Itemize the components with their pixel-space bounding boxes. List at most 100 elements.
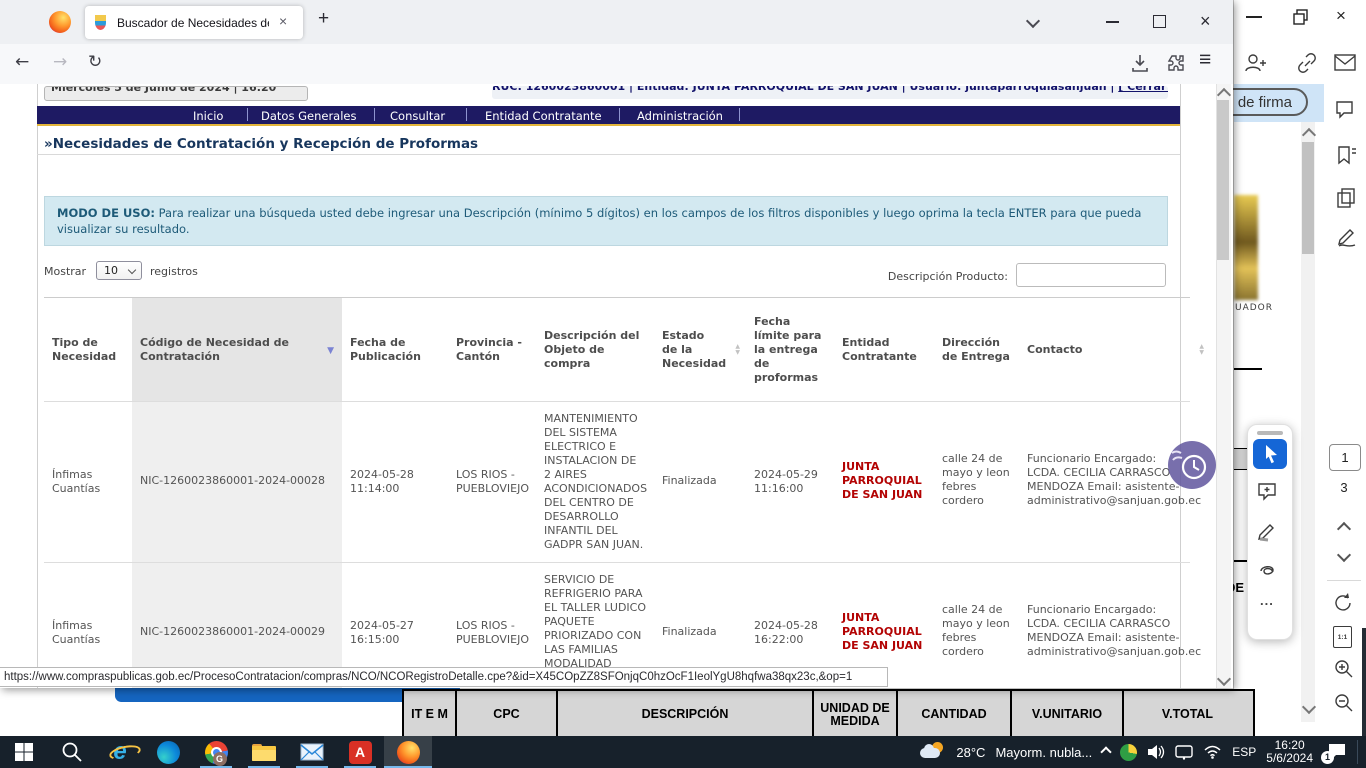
tray-expand-icon[interactable] <box>1101 746 1112 757</box>
bookmark-panel-icon[interactable] <box>1336 146 1358 166</box>
page-down-icon[interactable] <box>1337 548 1351 562</box>
col-header-codigo[interactable]: Código de Necesidad de Contratación▼ <box>132 298 342 401</box>
wifi-icon[interactable] <box>1203 745 1222 759</box>
add-user-icon[interactable] <box>1244 52 1266 74</box>
display-tray-icon[interactable] <box>1175 745 1193 760</box>
menu-item-administracion[interactable]: Administración <box>637 109 723 123</box>
desktop: × de firma UADOR DE <box>0 0 1366 768</box>
page-number-input[interactable]: 1 <box>1329 444 1361 471</box>
extension-timer-overlay-icon[interactable] <box>1168 441 1216 489</box>
window-close-button[interactable]: × <box>1200 11 1211 32</box>
records-per-page-select[interactable]: 10 <box>96 261 142 280</box>
search-icon <box>61 741 83 763</box>
download-icon[interactable] <box>1130 53 1150 73</box>
usage-note-box: MODO DE USO: Para realizar una búsqueda … <box>44 196 1168 246</box>
results-table: Tipo de Necesidad Código de Necesidad de… <box>44 297 1190 688</box>
logout-link[interactable]: [ Cerrar Sesión ] <box>1118 86 1168 93</box>
search-button[interactable] <box>48 736 96 768</box>
col-header-contacto[interactable]: Contacto▲▼ <box>1019 298 1190 401</box>
chrome-profile-badge: G <box>213 752 227 766</box>
pdf-col-cantidad: CANTIDAD <box>896 691 1010 738</box>
select-tool-button[interactable] <box>1253 439 1287 469</box>
list-tabs-icon[interactable] <box>1026 14 1040 28</box>
forward-button[interactable]: → <box>53 52 67 72</box>
edge-icon <box>157 741 180 764</box>
col-header-estado[interactable]: Estado de la Necesidad▲▼ <box>654 298 746 401</box>
pdf-col-cpc: CPC <box>455 691 556 738</box>
menu-item-datos-generales[interactable]: Datos Generales <box>261 109 356 123</box>
link-icon[interactable] <box>1296 53 1318 73</box>
taskbar-item-internet-explorer[interactable]: e <box>96 736 144 768</box>
tray-weather-text[interactable]: Mayorm. nubla... <box>995 745 1092 760</box>
col-header-direccion[interactable]: Dirección de Entrega <box>934 298 1019 401</box>
tray-date: 5/6/2024 <box>1266 752 1313 765</box>
acrobat-close-button[interactable]: × <box>1336 6 1346 26</box>
col-header-tipo[interactable]: Tipo de Necesidad <box>44 298 132 401</box>
taskbar-item-firefox-active[interactable] <box>384 736 432 768</box>
back-button[interactable]: ← <box>15 52 29 72</box>
taskbar-item-mail[interactable] <box>288 736 336 768</box>
page-scrollbar-thumb[interactable] <box>1217 100 1229 260</box>
tray-temperature[interactable]: 28°C <box>956 745 985 760</box>
acrobat-restore-button[interactable] <box>1292 8 1310 26</box>
menu-item-entidad-contratante[interactable]: Entidad Contratante <box>485 109 602 123</box>
page-content: Miércoles 5 de Junio de 2024 | 16:20 RUC… <box>0 84 1233 688</box>
start-button[interactable] <box>0 736 48 768</box>
pdf-detail-table-header: IT E M CPC DESCRIPCIÓN UNIDAD DE MEDIDA … <box>402 689 1255 740</box>
zoom-out-icon[interactable] <box>1333 692 1355 714</box>
tab-close-icon[interactable]: × <box>279 13 287 29</box>
page-total-label: 3 <box>1329 480 1359 495</box>
menu-separator <box>374 108 375 121</box>
pencil-tool-icon[interactable] <box>1256 521 1280 543</box>
active-tab[interactable]: Buscador de Necesidades de Co × <box>85 6 303 39</box>
refresh-icon[interactable] <box>1333 592 1355 614</box>
table-row[interactable]: Ínfimas Cuantías NIC-1260023860001-2024-… <box>44 401 1190 562</box>
status-bar-url: https://www.compraspublicas.gob.ec/Proce… <box>0 667 888 687</box>
taskbar-item-acrobat[interactable]: A <box>336 736 384 768</box>
cell-descripcion: MANTENIMIENTO DEL SISTEMA ELECTRICO E IN… <box>536 402 654 562</box>
reload-button[interactable]: ↻ <box>88 52 102 72</box>
clock[interactable]: 16:20 5/6/2024 <box>1266 739 1313 765</box>
col-header-provincia[interactable]: Provincia - Cantón <box>448 298 536 401</box>
menu-hamburger-icon[interactable]: ≡ <box>1199 48 1211 72</box>
col-header-fecha-limite[interactable]: Fecha límite para la entrega de proforma… <box>746 298 834 401</box>
product-description-input[interactable] <box>1016 263 1166 287</box>
col-header-fecha-publicacion[interactable]: Fecha de Publicación <box>342 298 448 401</box>
more-tools-icon[interactable]: ... <box>1260 593 1274 608</box>
zoom-in-icon[interactable] <box>1333 658 1355 680</box>
acrobat-icon: A <box>349 741 372 764</box>
window-maximize-button[interactable] <box>1153 15 1166 28</box>
menu-item-consultar[interactable]: Consultar <box>390 109 445 123</box>
acrobat-minimize-button[interactable] <box>1246 16 1262 18</box>
volume-icon[interactable] <box>1147 744 1165 760</box>
records-per-page-value: 10 <box>104 264 118 277</box>
menu-item-inicio[interactable]: Inicio <box>193 109 223 123</box>
window-minimize-button[interactable] <box>1106 21 1119 23</box>
actual-size-icon[interactable]: 1:1 <box>1333 626 1352 648</box>
taskbar-item-file-explorer[interactable] <box>240 736 288 768</box>
col-header-descripcion[interactable]: Descripción del Objeto de compra <box>536 298 654 401</box>
show-desktop-button[interactable] <box>1357 740 1360 764</box>
taskbar-item-chrome[interactable]: G <box>192 736 240 768</box>
action-center-icon[interactable]: 1 <box>1323 742 1347 762</box>
usage-note-label: MODO DE USO: <box>57 206 155 220</box>
draw-tool-icon[interactable] <box>1256 561 1280 583</box>
palette-drag-handle[interactable] <box>1257 431 1283 435</box>
acrobat-scrollbar-thumb[interactable] <box>1302 142 1314 254</box>
system-tray: 28°C Mayorm. nubla... ESP 16:20 5/6/2024… <box>920 739 1366 765</box>
comment-panel-icon[interactable] <box>1335 100 1357 120</box>
taskbar-item-edge[interactable] <box>144 736 192 768</box>
col-header-entidad[interactable]: Entidad Contratante <box>834 298 934 401</box>
signature-panel-icon[interactable] <box>1336 228 1358 248</box>
pages-panel-icon[interactable] <box>1336 188 1358 208</box>
antivirus-tray-icon[interactable] <box>1120 744 1137 761</box>
email-share-icon[interactable] <box>1334 54 1356 72</box>
page-up-icon[interactable] <box>1337 522 1351 536</box>
background-pdf-strip: IT E M CPC DESCRIPCIÓN UNIDAD DE MEDIDA … <box>0 688 1233 736</box>
extensions-puzzle-icon[interactable] <box>1165 53 1185 73</box>
new-tab-button[interactable]: + <box>318 8 329 30</box>
menu-separator <box>619 108 620 121</box>
keyboard-language[interactable]: ESP <box>1232 745 1256 759</box>
navigation-toolbar: ← → ↻ https://www.compraspublicas.gob.ec… <box>0 44 1233 85</box>
add-comment-tool-icon[interactable] <box>1256 481 1280 503</box>
